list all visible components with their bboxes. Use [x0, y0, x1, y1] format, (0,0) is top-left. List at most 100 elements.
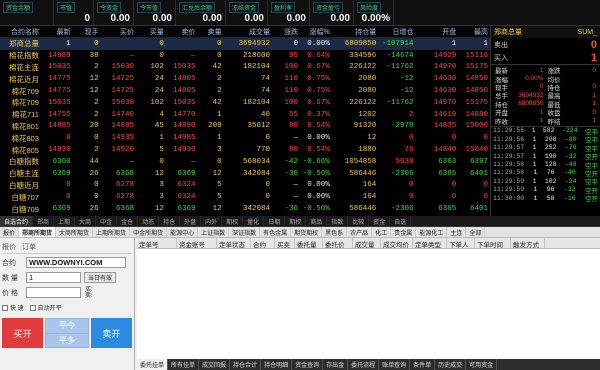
orders-col-header[interactable]: 触发方式 [511, 238, 545, 248]
bottom-tab[interactable]: 条件单 [410, 359, 436, 370]
market-tab[interactable]: 比较 [348, 216, 370, 226]
quote-col-header[interactable]: 持仓量 [332, 27, 379, 37]
exchange-tab[interactable]: 上期所期货 [93, 227, 131, 237]
quote-col-header[interactable]: 买量 [136, 27, 166, 37]
quote-row[interactable]: 棉花709 15035 2 15030 102 15035 42 182104 100 0.67%… [0, 97, 490, 109]
fast-checkbox[interactable]: 快 速 [2, 303, 24, 312]
close-today-button[interactable]: 平今 [46, 319, 88, 333]
orders-col-header[interactable]: 委托价 [323, 238, 353, 248]
quote-col-header[interactable]: 涨幅% [300, 27, 332, 37]
market-tab[interactable]: 郑商 [33, 216, 55, 226]
market-tab[interactable]: 持仓 [159, 216, 181, 226]
quote-col-header[interactable]: 日增仓 [378, 27, 415, 37]
quote-row[interactable]: 郑商总量 1 0 0 0 3694932 0 0.00% 6809850 -107914 1 1 [0, 38, 490, 50]
quote-col-header[interactable]: 合约名称 [0, 27, 41, 37]
quote-col-header[interactable]: 现手 [73, 27, 101, 37]
bottom-tab[interactable]: 成交回报 [199, 359, 231, 370]
exchange-tab[interactable]: 贵金属 [391, 227, 417, 237]
quote-row[interactable]: 白糖707 0 0 6278 3 6324 5 0 — 0.00% 164 0 0 0 [0, 191, 490, 203]
exchange-tab[interactable]: 农产品 [347, 227, 373, 237]
market-tab[interactable]: 商品 [306, 216, 328, 226]
market-tab[interactable]: 内外 [201, 216, 223, 226]
exchange-tab[interactable]: 报价 [0, 227, 20, 237]
buy-open-button[interactable]: 买开 [2, 318, 44, 348]
validity-button[interactable]: 当日有效 [84, 272, 117, 283]
quote-col-header[interactable]: 成交量 [224, 27, 272, 37]
orders-col-header[interactable]: 买卖 [275, 238, 295, 248]
bottom-tab[interactable]: 持仓明细 [261, 359, 293, 370]
market-tab[interactable]: 动态 [138, 216, 160, 226]
bottom-tab[interactable]: 持仓合计 [230, 359, 262, 370]
contract-input[interactable]: WWW.DOWNYI.COM [26, 257, 126, 268]
quote-row[interactable]: 棉花803 0 0 14935 1 14985 1 0 — 0.00% 12 0 0 0 [0, 132, 490, 144]
bottom-tab[interactable]: 存出金 [323, 359, 349, 370]
exchange-tab[interactable]: 主连 [447, 227, 467, 237]
orders-col-header[interactable]: 成交均价 [381, 238, 413, 248]
quote-row[interactable]: 白糖指数 6360 44 — 0 — 0 568034 -42 -0.66% 1054858 5038… [0, 156, 490, 168]
exchange-tab[interactable]: 黑色系 [322, 227, 348, 237]
orders-col-header[interactable]: 定单状态 [217, 238, 251, 248]
bottom-tab[interactable]: 账单查询 [379, 359, 411, 370]
market-tab[interactable]: 期权 [222, 216, 244, 226]
quote-col-header[interactable]: 开盘 [415, 27, 458, 37]
tab-order[interactable]: 订单 [22, 242, 36, 252]
market-tab[interactable]: 日期 [264, 216, 286, 226]
market-tab[interactable]: 中金 [96, 216, 118, 226]
market-tab[interactable]: 自选合约 [0, 216, 34, 226]
orders-col-header[interactable]: 下单时间 [475, 238, 511, 248]
close-button[interactable]: 平多 [46, 333, 88, 347]
orders-col-header[interactable]: 资金账号 [177, 238, 217, 248]
quote-col-header[interactable]: 最高 [458, 27, 490, 37]
exchange-tab[interactable]: 郑商所期货 [19, 227, 57, 237]
market-tab[interactable]: 上期 [54, 216, 76, 226]
exchange-tab[interactable]: 期货期权 [291, 227, 323, 237]
bottom-tab[interactable]: 资金查询 [292, 359, 324, 370]
quote-row[interactable]: 棉花709 14775 12 14725 24 14805 2 74 110 0.75% 2080 -… [0, 85, 490, 97]
orders-col-header[interactable]: 定单号 [137, 238, 177, 248]
quote-col-header[interactable]: 卖量 [198, 27, 224, 37]
quote-row[interactable]: 棉花805 14930 2 14920 5 14930 3 770 80 0.54% 1880 76 1… [0, 144, 490, 156]
quote-col-header[interactable]: 涨跌 [272, 27, 300, 37]
bottom-tab[interactable]: 委托挂单 [137, 359, 169, 370]
quote-row[interactable]: 棉花指数 14989 38 — 0 — 0 218600 95 0.64% 334596 -14674… [0, 50, 490, 62]
exchange-tab[interactable]: 中金所期货 [130, 227, 168, 237]
qty-input[interactable]: 1 [26, 272, 81, 283]
orders-col-header[interactable]: 委托量 [295, 238, 323, 248]
quote-col-header[interactable]: 卖价 [166, 27, 198, 37]
exchange-tab[interactable]: 能源中心 [167, 227, 199, 237]
orders-col-header[interactable]: 成交量 [353, 238, 381, 248]
bottom-tab[interactable]: 历史成交 [435, 359, 467, 370]
bottom-tab[interactable]: 可用资金 [466, 359, 498, 370]
orders-col-header[interactable]: 下单人 [447, 238, 475, 248]
market-tab[interactable]: 量化 [243, 216, 265, 226]
market-tab[interactable]: 资金 [369, 216, 391, 226]
market-tab[interactable]: 指数 [327, 216, 349, 226]
quote-row[interactable]: 棉花近月 14775 12 14725 24 14805 2 74 110 0.75% 2080 -1… [0, 73, 490, 85]
bottom-tab[interactable]: 委托流程 [348, 359, 380, 370]
auto-checkbox[interactable]: 自动开平 [29, 303, 62, 312]
quote-row[interactable]: 白糖近月 0 0 6278 3 6324 5 0 — 0.00% 164 0 0 0 [0, 180, 490, 192]
quote-col-header[interactable]: 最新 [41, 27, 73, 37]
sell-open-button[interactable]: 卖开 [90, 318, 132, 348]
bottom-tab[interactable]: 所有挂单 [168, 359, 200, 370]
market-tab[interactable]: 期权 [285, 216, 307, 226]
orders-col-header[interactable]: 合约 [251, 238, 275, 248]
market-tab[interactable]: 自选 [390, 216, 412, 226]
quote-row[interactable]: 白糖709 6369 26 6368 12 6369 12 342084 -36 -0.56% 58… [0, 203, 490, 215]
exchange-tab[interactable]: 能源化工 [416, 227, 448, 237]
market-tab[interactable]: 金仓 [117, 216, 139, 226]
orders-col-header[interactable]: 定单类型 [413, 238, 447, 248]
market-tab[interactable]: 大商 [75, 216, 97, 226]
market-tab[interactable]: 外盘 [180, 216, 202, 226]
exchange-tab[interactable]: 全部 [466, 227, 486, 237]
quote-col-header[interactable]: 买价 [101, 27, 136, 37]
exchange-tab[interactable]: 化工 [372, 227, 392, 237]
quote-row[interactable]: 棉花801 14885 20 14885 45 14890 209 35612 80 0.54% 9… [0, 121, 490, 133]
quote-row[interactable]: 棉花711 14755 2 14740 4 14770 1 40 55 0.37% 1202 2 146… [0, 109, 490, 121]
quote-row[interactable]: 棉花主连 15035 2 15030 102 15035 42 182104 100 0.67% 2… [0, 62, 490, 74]
exchange-tab[interactable]: 深证指数 [229, 227, 261, 237]
quote-row[interactable]: 白糖主连 6369 26 6368 12 6369 12 342084 -36 -0.56% 586… [0, 168, 490, 180]
exchange-tab[interactable]: 有色金属 [260, 227, 292, 237]
exchange-tab[interactable]: 大商所期货 [56, 227, 94, 237]
exchange-tab[interactable]: 上证指数 [198, 227, 230, 237]
